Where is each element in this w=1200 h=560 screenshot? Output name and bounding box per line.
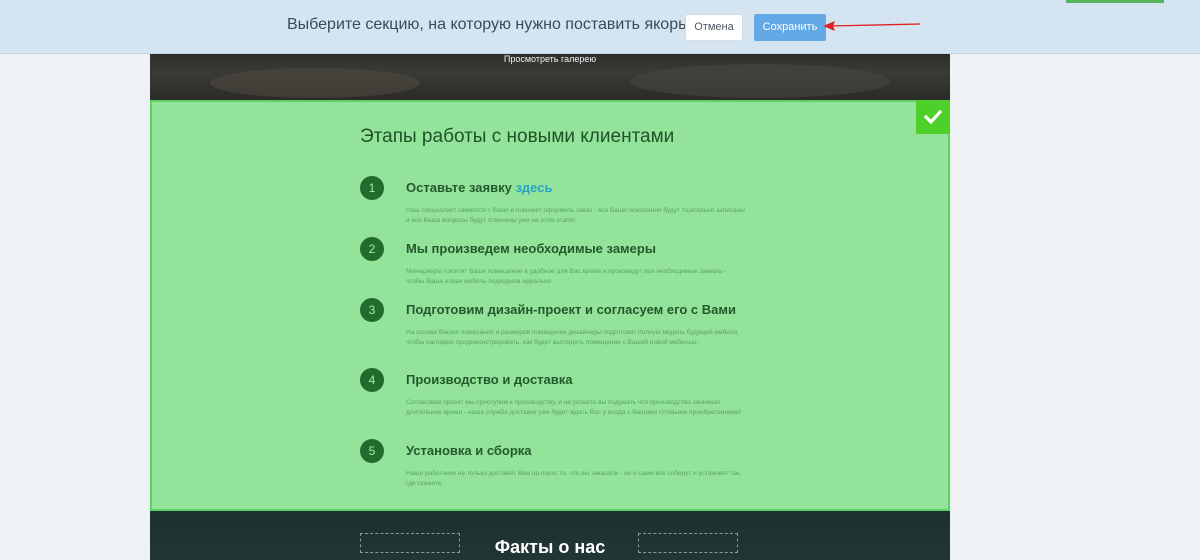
section-title: Этапы работы с новыми клиентами <box>360 126 675 147</box>
gallery-background-shape <box>210 68 420 98</box>
facts-section[interactable]: Факты о нас <box>150 511 950 560</box>
step-description: Наш специалист свяжется с Вами и поможет… <box>406 207 745 224</box>
cancel-button[interactable]: Отмена <box>685 14 743 41</box>
toolbar-prompt: Выберите секцию, на которую нужно постав… <box>287 16 687 33</box>
checkmark-icon <box>924 109 942 125</box>
step-number: 5 <box>360 439 384 463</box>
step-description: Наши работники не только доставят Вам на… <box>406 470 742 487</box>
view-gallery-link[interactable]: Просмотреть галерею <box>150 54 950 64</box>
step-number: 4 <box>360 368 384 392</box>
page-content: Просмотреть галерею Этапы работы с новым… <box>150 54 950 560</box>
anchor-toolbar: Выберите секцию, на которую нужно постав… <box>0 0 1200 54</box>
step-title-text: Оставьте заявку <box>406 180 516 195</box>
step-title: Оставьте заявку здесь <box>406 180 552 195</box>
step-title: Производство и доставка <box>406 372 573 387</box>
step-number: 1 <box>360 176 384 200</box>
selected-section-stages[interactable]: Этапы работы с новыми клиентами 1 Оставь… <box>150 100 950 511</box>
selected-check-badge[interactable] <box>916 100 950 134</box>
facts-title: Факты о нас <box>494 537 606 557</box>
step-description: На основе Ваших пожеланий и размеров пом… <box>406 329 739 346</box>
gallery-background-shape <box>630 64 890 98</box>
step-title: Установка и сборка <box>406 443 532 458</box>
request-here-link[interactable]: здесь <box>515 180 552 195</box>
gallery-section[interactable]: Просмотреть галерею <box>150 54 950 100</box>
step-description: Согласовав проект мы приступим к произво… <box>406 399 742 416</box>
step-number: 2 <box>360 237 384 261</box>
red-arrow-icon <box>823 21 921 31</box>
toolbar-accent-bar <box>1066 0 1164 3</box>
step-number: 3 <box>360 298 384 322</box>
save-button[interactable]: Сохранить <box>754 14 826 41</box>
step-description: Менеджеры посетят Ваше помещение в удобн… <box>406 268 727 285</box>
step-title: Подготовим дизайн-проект и согласуем его… <box>406 302 736 317</box>
step-title: Мы произведем необходимые замеры <box>406 241 656 256</box>
